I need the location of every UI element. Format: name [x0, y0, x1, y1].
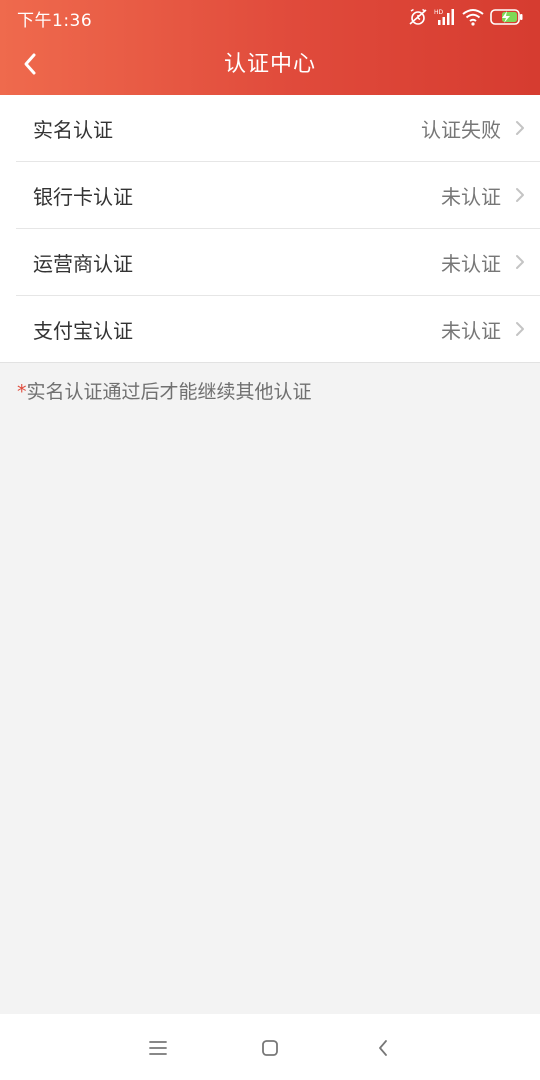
title-bar: 认证中心 [0, 34, 540, 95]
list-item-bank-card[interactable]: 银行卡认证 未认证 [16, 162, 540, 229]
chevron-right-icon [516, 255, 524, 269]
list-item-alipay[interactable]: 支付宝认证 未认证 [16, 296, 540, 362]
item-label: 银行卡认证 [33, 185, 133, 209]
page-title: 认证中心 [223, 52, 316, 77]
item-status: 未认证 [441, 185, 501, 209]
status-icons: HD [408, 6, 524, 28]
wifi-icon [462, 8, 484, 26]
item-label: 运营商认证 [33, 252, 133, 276]
home-button[interactable] [258, 1036, 282, 1060]
item-status: 未认证 [441, 252, 501, 276]
item-status: 未认证 [441, 319, 501, 343]
chevron-right-icon [516, 188, 524, 202]
navigation-bar [0, 1014, 540, 1080]
nav-back-button[interactable] [371, 1036, 395, 1060]
verification-list: 实名认证 认证失败 银行卡认证 未认证 运营商认证 未认证 支付宝认证 未认证 [0, 95, 540, 363]
hd-signal-icon: HD [434, 8, 456, 26]
alarm-off-icon [408, 8, 428, 26]
status-bar: 下午1:36 HD [0, 0, 540, 34]
chevron-right-icon [516, 121, 524, 135]
menu-button[interactable] [146, 1036, 170, 1060]
hint-message: 实名认证通过后才能继续其他认证 [26, 381, 312, 403]
battery-charging-icon [490, 8, 524, 26]
item-status: 认证失败 [421, 118, 501, 142]
hd-label: HD [434, 9, 444, 16]
hint-text: *实名认证通过后才能继续其他认证 [17, 377, 312, 404]
required-star: * [17, 381, 27, 403]
header: 下午1:36 HD 认证中心 [0, 0, 540, 95]
item-label: 实名认证 [33, 118, 113, 142]
status-time: 下午1:36 [17, 11, 93, 31]
menu-icon [149, 1041, 167, 1055]
list-item-real-name[interactable]: 实名认证 认证失败 [16, 95, 540, 162]
screen: 下午1:36 HD 认证中心 实名认证 认证失败 银行卡认证 未认证 运营商认证… [0, 0, 540, 1080]
item-label: 支付宝认证 [33, 319, 133, 343]
back-icon [379, 1040, 387, 1056]
home-icon [262, 1040, 278, 1056]
list-item-carrier[interactable]: 运营商认证 未认证 [16, 229, 540, 296]
chevron-right-icon [516, 322, 524, 336]
